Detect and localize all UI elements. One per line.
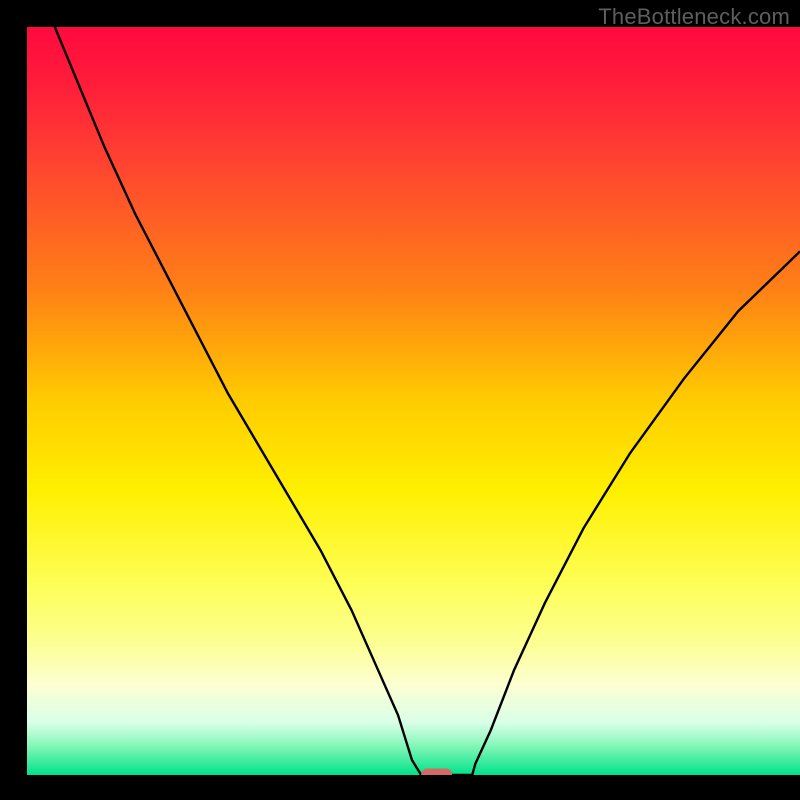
chart-container: TheBottleneck.com: [0, 0, 800, 800]
watermark: TheBottleneck.com: [598, 4, 790, 30]
bottleneck-chart: [0, 0, 800, 800]
plot-background: [27, 27, 800, 775]
frame-left: [0, 0, 27, 800]
frame-bottom: [0, 775, 800, 800]
